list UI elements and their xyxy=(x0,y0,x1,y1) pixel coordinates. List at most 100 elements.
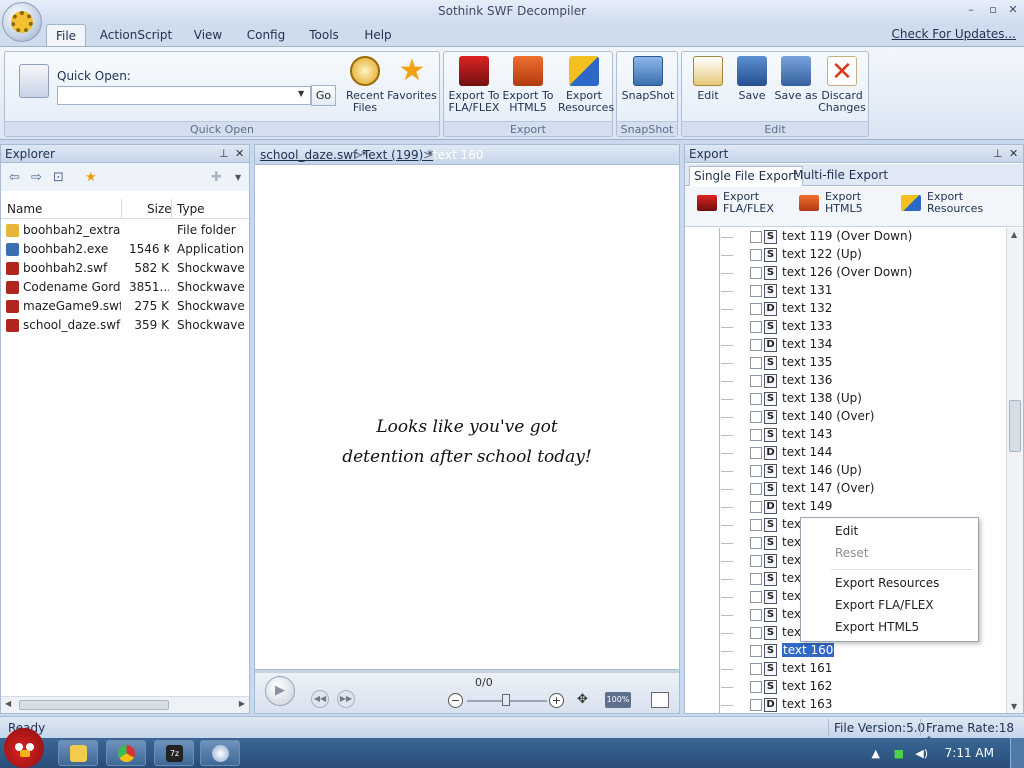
swf-stage[interactable]: Looks like you've got detention after sc… xyxy=(255,166,679,671)
scroll-thumb[interactable] xyxy=(19,700,169,710)
file-row[interactable]: boohbah2.swf 582 K Shockwave Fl xyxy=(1,259,249,278)
play-button[interactable]: ▶ xyxy=(265,676,295,706)
zoom-in-icon[interactable]: + xyxy=(549,693,564,708)
context-export-html5[interactable]: Export HTML5 xyxy=(835,620,919,634)
tree-item[interactable]: Stext 126 (Over Down) xyxy=(685,264,1005,282)
favorite-star-icon[interactable]: ★ xyxy=(85,170,97,185)
tree-checkbox[interactable] xyxy=(750,429,762,441)
rewind-button[interactable]: ◀◀ xyxy=(311,690,329,708)
tree-checkbox[interactable] xyxy=(750,663,762,675)
up-folder-icon[interactable]: ⊡ xyxy=(53,170,64,185)
network-icon[interactable]: ■ xyxy=(894,747,904,760)
tree-item[interactable]: Stext 138 (Up) xyxy=(685,390,1005,408)
tab-actionscript[interactable]: ActionScript xyxy=(96,24,176,46)
file-row[interactable]: school_daze.swf 359 K Shockwave Fl xyxy=(1,316,249,335)
scroll-down-icon[interactable]: ▼ xyxy=(1011,702,1017,711)
save-as-button[interactable]: Save as xyxy=(774,56,818,102)
go-button[interactable]: Go xyxy=(311,85,336,106)
tree-item[interactable]: Stext 119 (Over Down) xyxy=(685,228,1005,246)
pin-icon[interactable]: ⊥ xyxy=(993,145,1003,163)
quick-open-input[interactable] xyxy=(57,86,311,105)
export-fla-flex-button[interactable]: Export FLA/FLEX xyxy=(723,191,783,215)
file-row[interactable]: boohbah2_extra... File folder xyxy=(1,221,249,240)
tree-checkbox[interactable] xyxy=(750,249,762,261)
tree-item[interactable]: Dtext 134 xyxy=(685,336,1005,354)
tree-checkbox[interactable] xyxy=(750,339,762,351)
tab-single-file-export[interactable]: Single File Export xyxy=(689,166,803,186)
taskbar-explorer[interactable] xyxy=(58,740,98,766)
tree-checkbox[interactable] xyxy=(750,519,762,531)
tab-help[interactable]: Help xyxy=(356,24,400,46)
tree-item[interactable]: Stext 131 xyxy=(685,282,1005,300)
tree-item[interactable]: Stext 122 (Up) xyxy=(685,246,1005,264)
file-row[interactable]: mazeGame9.swf 275 K Shockwave Fl xyxy=(1,297,249,316)
close-button[interactable]: ✕ xyxy=(1004,3,1022,19)
volume-icon[interactable]: ◀) xyxy=(915,747,928,760)
tree-checkbox[interactable] xyxy=(750,267,762,279)
tree-checkbox[interactable] xyxy=(750,627,762,639)
add-icon[interactable]: ✚ xyxy=(211,170,222,185)
tree-checkbox[interactable] xyxy=(750,537,762,549)
tree-checkbox[interactable] xyxy=(750,393,762,405)
scroll-thumb[interactable] xyxy=(1009,400,1021,452)
tree-checkbox[interactable] xyxy=(750,231,762,243)
pin-icon[interactable]: ⊥ xyxy=(219,145,229,163)
export-fla-button[interactable]: Export To FLA/FLEX xyxy=(448,56,500,114)
edit-button[interactable]: Edit xyxy=(686,56,730,102)
start-button[interactable] xyxy=(4,728,44,768)
tree-checkbox[interactable] xyxy=(750,501,762,513)
taskbar-chrome[interactable] xyxy=(106,740,146,766)
pan-icon[interactable]: ✥ xyxy=(577,692,588,707)
chevron-down-icon[interactable]: ▼ xyxy=(235,173,241,182)
show-desktop-button[interactable] xyxy=(1010,738,1024,768)
column-type[interactable]: Type xyxy=(177,202,205,216)
minimize-button[interactable]: – xyxy=(962,3,980,19)
tree-item[interactable]: Stext 143 xyxy=(685,426,1005,444)
zoom-out-icon[interactable]: − xyxy=(448,693,463,708)
back-icon[interactable]: ⇦ xyxy=(9,170,20,185)
context-export-resources[interactable]: Export Resources xyxy=(835,576,939,590)
tree-item[interactable]: Stext 147 (Over) xyxy=(685,480,1005,498)
tree-checkbox[interactable] xyxy=(750,375,762,387)
context-export-fla-flex[interactable]: Export FLA/FLEX xyxy=(835,598,934,612)
tree-checkbox[interactable] xyxy=(750,483,762,495)
chevron-down-icon[interactable]: ▼ xyxy=(298,89,304,98)
horizontal-scrollbar[interactable]: ◀ ▶ xyxy=(1,696,249,713)
zoom-slider-thumb[interactable] xyxy=(502,694,510,706)
check-updates-link[interactable]: Check For Updates... xyxy=(892,27,1016,41)
export-html5-button[interactable]: Export To HTML5 xyxy=(502,56,554,114)
tree-checkbox[interactable] xyxy=(750,591,762,603)
scroll-up-icon[interactable]: ▲ xyxy=(1011,230,1017,239)
tree-checkbox[interactable] xyxy=(750,465,762,477)
vertical-scrollbar[interactable]: ▲ ▼ xyxy=(1006,228,1023,713)
fast-forward-button[interactable]: ▶▶ xyxy=(337,690,355,708)
recent-files-button[interactable]: Recent Files xyxy=(341,56,389,114)
tree-checkbox[interactable] xyxy=(750,555,762,567)
tree-checkbox[interactable] xyxy=(750,609,762,621)
tree-item[interactable]: Dtext 144 xyxy=(685,444,1005,462)
context-edit[interactable]: Edit xyxy=(835,524,858,538)
tree-checkbox[interactable] xyxy=(750,645,762,657)
favorites-button[interactable]: ★ Favorites xyxy=(387,56,437,102)
tree-checkbox[interactable] xyxy=(750,321,762,333)
tree-item[interactable]: Stext 162 xyxy=(685,678,1005,696)
close-icon[interactable]: ✕ xyxy=(1009,145,1018,163)
column-divider[interactable] xyxy=(171,199,172,219)
file-row[interactable]: Codename Gord... 3851... Shockwave Fl xyxy=(1,278,249,297)
tab-config[interactable]: Config xyxy=(240,24,292,46)
column-divider[interactable] xyxy=(121,199,122,219)
tree-checkbox[interactable] xyxy=(750,447,762,459)
forward-icon[interactable]: ⇨ xyxy=(31,170,42,185)
fit-window-icon[interactable] xyxy=(651,692,669,708)
close-icon[interactable]: ✕ xyxy=(235,145,244,163)
tab-tools[interactable]: Tools xyxy=(302,24,346,46)
tree-item[interactable]: Dtext 149 xyxy=(685,498,1005,516)
tree-item[interactable]: Stext 146 (Up) xyxy=(685,462,1005,480)
clock[interactable]: 7:11 AM xyxy=(945,746,994,760)
snapshot-button[interactable]: SnapShot xyxy=(621,56,675,102)
tree-item[interactable]: Stext 133 xyxy=(685,318,1005,336)
tree-item[interactable]: Stext 160 xyxy=(685,642,1005,660)
tree-checkbox[interactable] xyxy=(750,285,762,297)
file-row[interactable]: boohbah2.exe 1546 K Application xyxy=(1,240,249,259)
tab-multi-file-export[interactable]: Multi-file Export xyxy=(789,166,892,186)
